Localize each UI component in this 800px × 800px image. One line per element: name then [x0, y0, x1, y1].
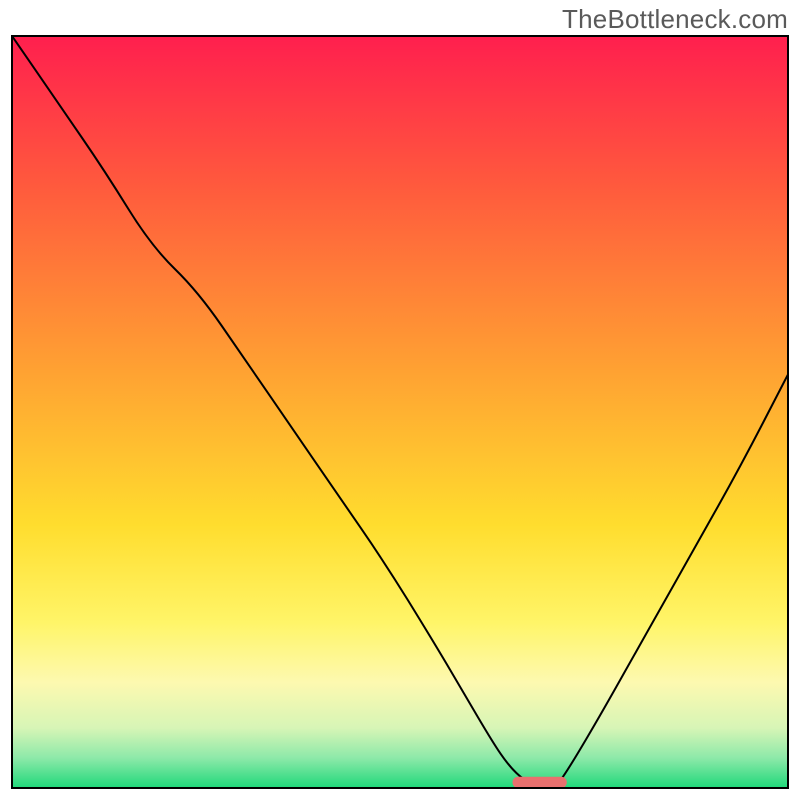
optimal-marker	[513, 777, 567, 788]
bottleneck-chart	[0, 0, 800, 800]
watermark-text: TheBottleneck.com	[562, 4, 788, 35]
chart-stage: TheBottleneck.com	[0, 0, 800, 800]
gradient-background	[12, 36, 788, 788]
